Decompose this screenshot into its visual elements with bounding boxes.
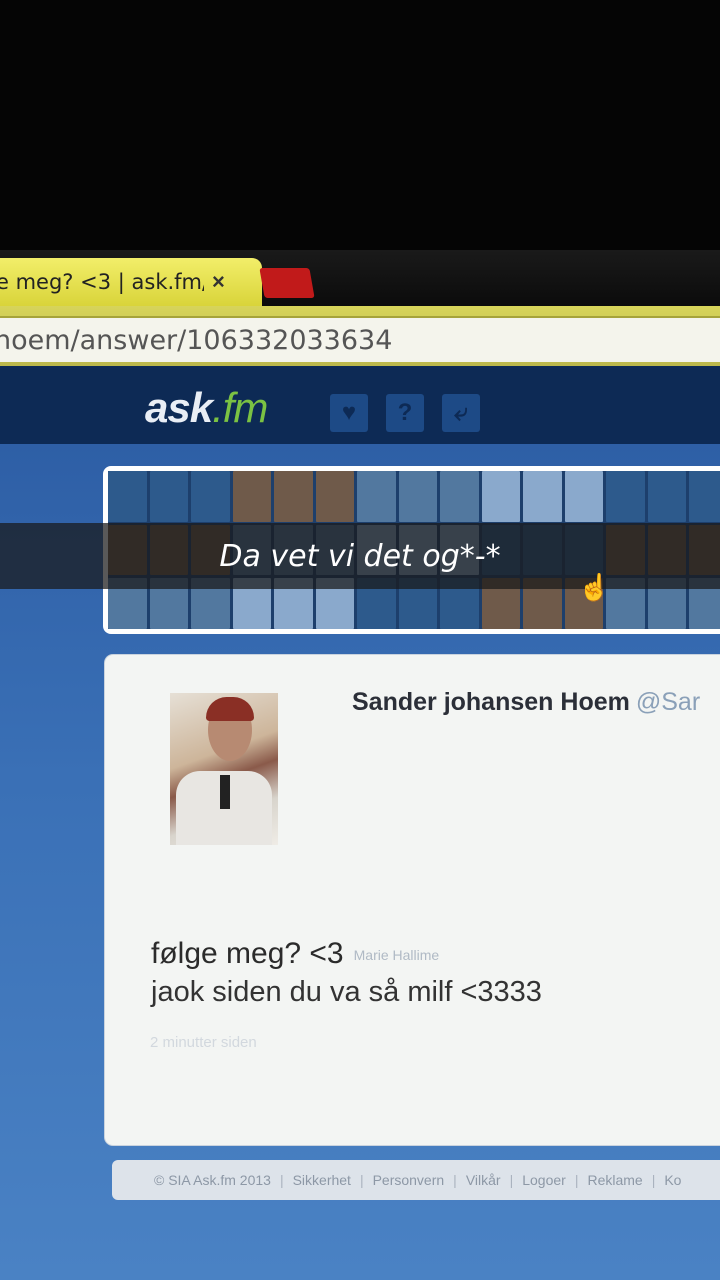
browser-tab[interactable]: e meg? <3 | ask.fm/Sa × [0, 258, 262, 306]
banner-cover-tile [357, 471, 396, 522]
footer-link-more[interactable]: Ko [664, 1172, 681, 1188]
avatar[interactable] [170, 693, 278, 845]
banner-cover-tile [564, 471, 604, 522]
address-bar[interactable]: hoem/answer/106332033634 [0, 316, 720, 362]
footer-link-personvern[interactable]: Personvern [373, 1172, 445, 1188]
camera-dark-area [0, 0, 720, 255]
profile-name[interactable]: Sander johansen Hoem @Sar [352, 688, 700, 717]
footer-link-vilkar[interactable]: Vilkår [466, 1172, 501, 1188]
askfm-logo[interactable]: ask.fm [145, 384, 268, 432]
banner-cover-tile [523, 471, 562, 522]
banner-cover-tile [647, 471, 687, 522]
hand-cursor-icon: ☝ [578, 572, 611, 602]
banner-cover-tile [232, 471, 272, 522]
banner-cover-tile [315, 471, 355, 522]
asker-name[interactable]: Marie Hallime [354, 947, 440, 963]
tab-title: e meg? <3 | ask.fm/Sa [0, 270, 204, 294]
question-text: følge meg? <3 Marie Hallime [151, 937, 440, 970]
new-tab-button[interactable] [259, 268, 315, 298]
tab-close-icon[interactable]: × [212, 269, 225, 295]
banner-cover-tile [689, 471, 720, 522]
banner-cover-tile [398, 471, 438, 522]
post-timestamp[interactable]: 2 minutter siden [150, 1034, 257, 1051]
banner-cover-tile [606, 471, 645, 522]
footer-link-logoer[interactable]: Logoer [522, 1172, 566, 1188]
banner-cover-tile [274, 471, 313, 522]
heart-icon[interactable]: ♥ [330, 394, 368, 432]
banner-cover-tile [108, 471, 147, 522]
footer-link-reklame[interactable]: Reklame [587, 1172, 642, 1188]
site-footer: © SIA Ask.fm 2013 | Sikkerhet | Personve… [112, 1160, 720, 1200]
profile-handle: @Sar [635, 688, 701, 716]
question-icon[interactable]: ? [386, 394, 424, 432]
footer-link-sikkerhet[interactable]: Sikkerhet [293, 1172, 351, 1188]
banner-cover-tile [481, 471, 521, 522]
banner-cover-tile [440, 471, 479, 522]
footer-copyright: © SIA Ask.fm 2013 [154, 1172, 271, 1188]
snap-caption: Da vet vi det og*-* [219, 538, 501, 574]
reply-icon[interactable]: ⤶ [442, 394, 480, 432]
snap-caption-bar: Da vet vi det og*-* [0, 523, 720, 589]
answer-text: jaok siden du va så milf <3333 [151, 976, 542, 1008]
url-text[interactable]: hoem/answer/106332033634 [0, 325, 392, 356]
banner-cover-tile [149, 471, 189, 522]
banner-cover-tile [191, 471, 230, 522]
